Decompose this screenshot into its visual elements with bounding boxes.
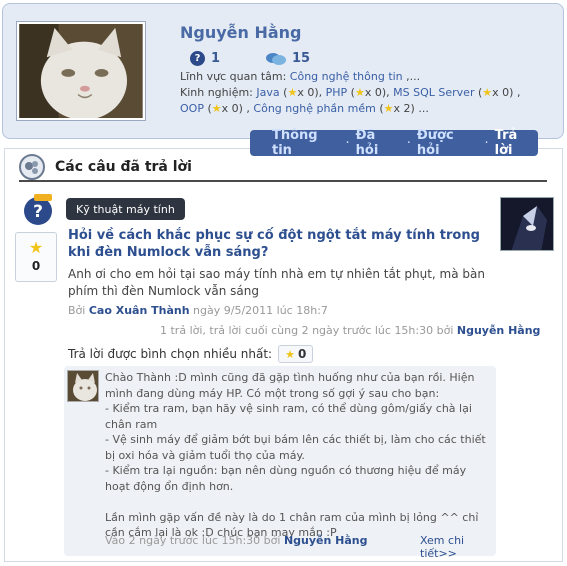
best-answer-label: Trả lời được bình chọn nhiều nhất: ★ 0 xyxy=(68,345,314,363)
question-meta: 1 trả lời, trả lời cuối cùng 2 ngày trướ… xyxy=(160,324,541,337)
question-badge-icon: ? xyxy=(24,194,52,225)
answer-author-avatar[interactable] xyxy=(67,370,99,402)
question-body: Anh ơi cho em hỏi tại sao máy tính nhà e… xyxy=(68,267,485,298)
answer-footer: Vào 2 ngày trước lúc 15h:30 bởi Nguyễn H… xyxy=(105,534,368,547)
exp-link-php[interactable]: PHP xyxy=(326,86,348,99)
experience-line-2: OOP (★x 0) , Công nghệ phần mềm (★x 2) .… xyxy=(180,102,429,115)
interest-line: Lĩnh vực quan tâm: Công nghệ thông tin ,… xyxy=(180,70,421,83)
exp-link-software[interactable]: Công nghệ phần mềm xyxy=(253,102,375,115)
last-answer-author-link[interactable]: Nguyễn Hằng xyxy=(457,324,541,337)
profile-name[interactable]: Nguyễn Hằng xyxy=(180,23,302,42)
question-author-link[interactable]: Cao Xuân Thành xyxy=(89,304,190,317)
star-icon: ★ xyxy=(354,86,365,99)
exp-link-mssql[interactable]: MS SQL Server xyxy=(393,86,474,99)
answer-author-link[interactable]: Nguyễn Hằng xyxy=(284,534,368,547)
profile-avatar[interactable] xyxy=(16,21,146,121)
question-votes: 0 xyxy=(31,259,41,273)
question-vote-box[interactable]: ★ 0 xyxy=(15,232,57,282)
star-icon: ★ xyxy=(383,102,394,115)
best-answer-box: Chào Thành :D mình cũng đã gặp tình huốn… xyxy=(64,366,496,560)
exp-link-oop[interactable]: OOP xyxy=(180,102,204,115)
questions-stat[interactable]: ? 1 xyxy=(190,51,220,66)
question-thumbnail[interactable] xyxy=(500,197,554,251)
tab-asked[interactable]: Đã hỏi xyxy=(356,128,401,158)
star-icon: ★ xyxy=(211,102,222,115)
profile-tabs: Thông tin · Đã hỏi · Được hỏi · Trả lời xyxy=(250,128,538,158)
cat-photo xyxy=(19,24,143,118)
experience-line-1: Kinh nghiệm: Java (★x 0), PHP (★x 0), MS… xyxy=(180,86,521,99)
category-tag[interactable]: Kỹ thuật máy tính xyxy=(66,198,185,220)
exp-link-java[interactable]: Java xyxy=(256,86,279,99)
view-details-link[interactable]: Xem chi tiết>> xyxy=(420,534,496,560)
question-byline: Bởi Cao Xuân Thành ngày 9/5/2011 lúc 18h… xyxy=(68,304,328,317)
questions-count: 1 xyxy=(211,51,221,66)
tab-answered[interactable]: Trả lời xyxy=(495,128,538,158)
star-icon: ★ xyxy=(482,86,493,99)
profile-card: Nguyễn Hằng ? 1 15 Lĩnh vực quan tâm: Cô… xyxy=(2,3,564,139)
star-icon: ★ xyxy=(285,347,295,361)
best-answer-votes[interactable]: ★ 0 xyxy=(278,345,314,363)
answers-count: 15 xyxy=(292,51,311,66)
chat-bubbles-icon xyxy=(266,52,286,65)
star-icon: ★ xyxy=(28,238,44,257)
question-icon: ? xyxy=(190,51,205,66)
section-title: Các câu đã trả lời xyxy=(55,159,192,175)
tab-was-asked[interactable]: Được hỏi xyxy=(417,128,479,158)
answers-stat[interactable]: 15 xyxy=(266,51,310,66)
interest-link[interactable]: Công nghệ thông tin xyxy=(290,70,403,83)
section-header: Các câu đã trả lời xyxy=(19,154,547,182)
question-title[interactable]: Hỏi về cách khắc phục sự cố đột ngột tắt… xyxy=(68,227,488,261)
tab-info[interactable]: Thông tin xyxy=(272,128,340,158)
answer-text: Chào Thành :D mình cũng đã gặp tình huốn… xyxy=(105,371,486,539)
star-icon: ★ xyxy=(287,86,298,99)
answers-section-icon xyxy=(19,154,45,180)
svg-text:?: ? xyxy=(33,202,43,222)
